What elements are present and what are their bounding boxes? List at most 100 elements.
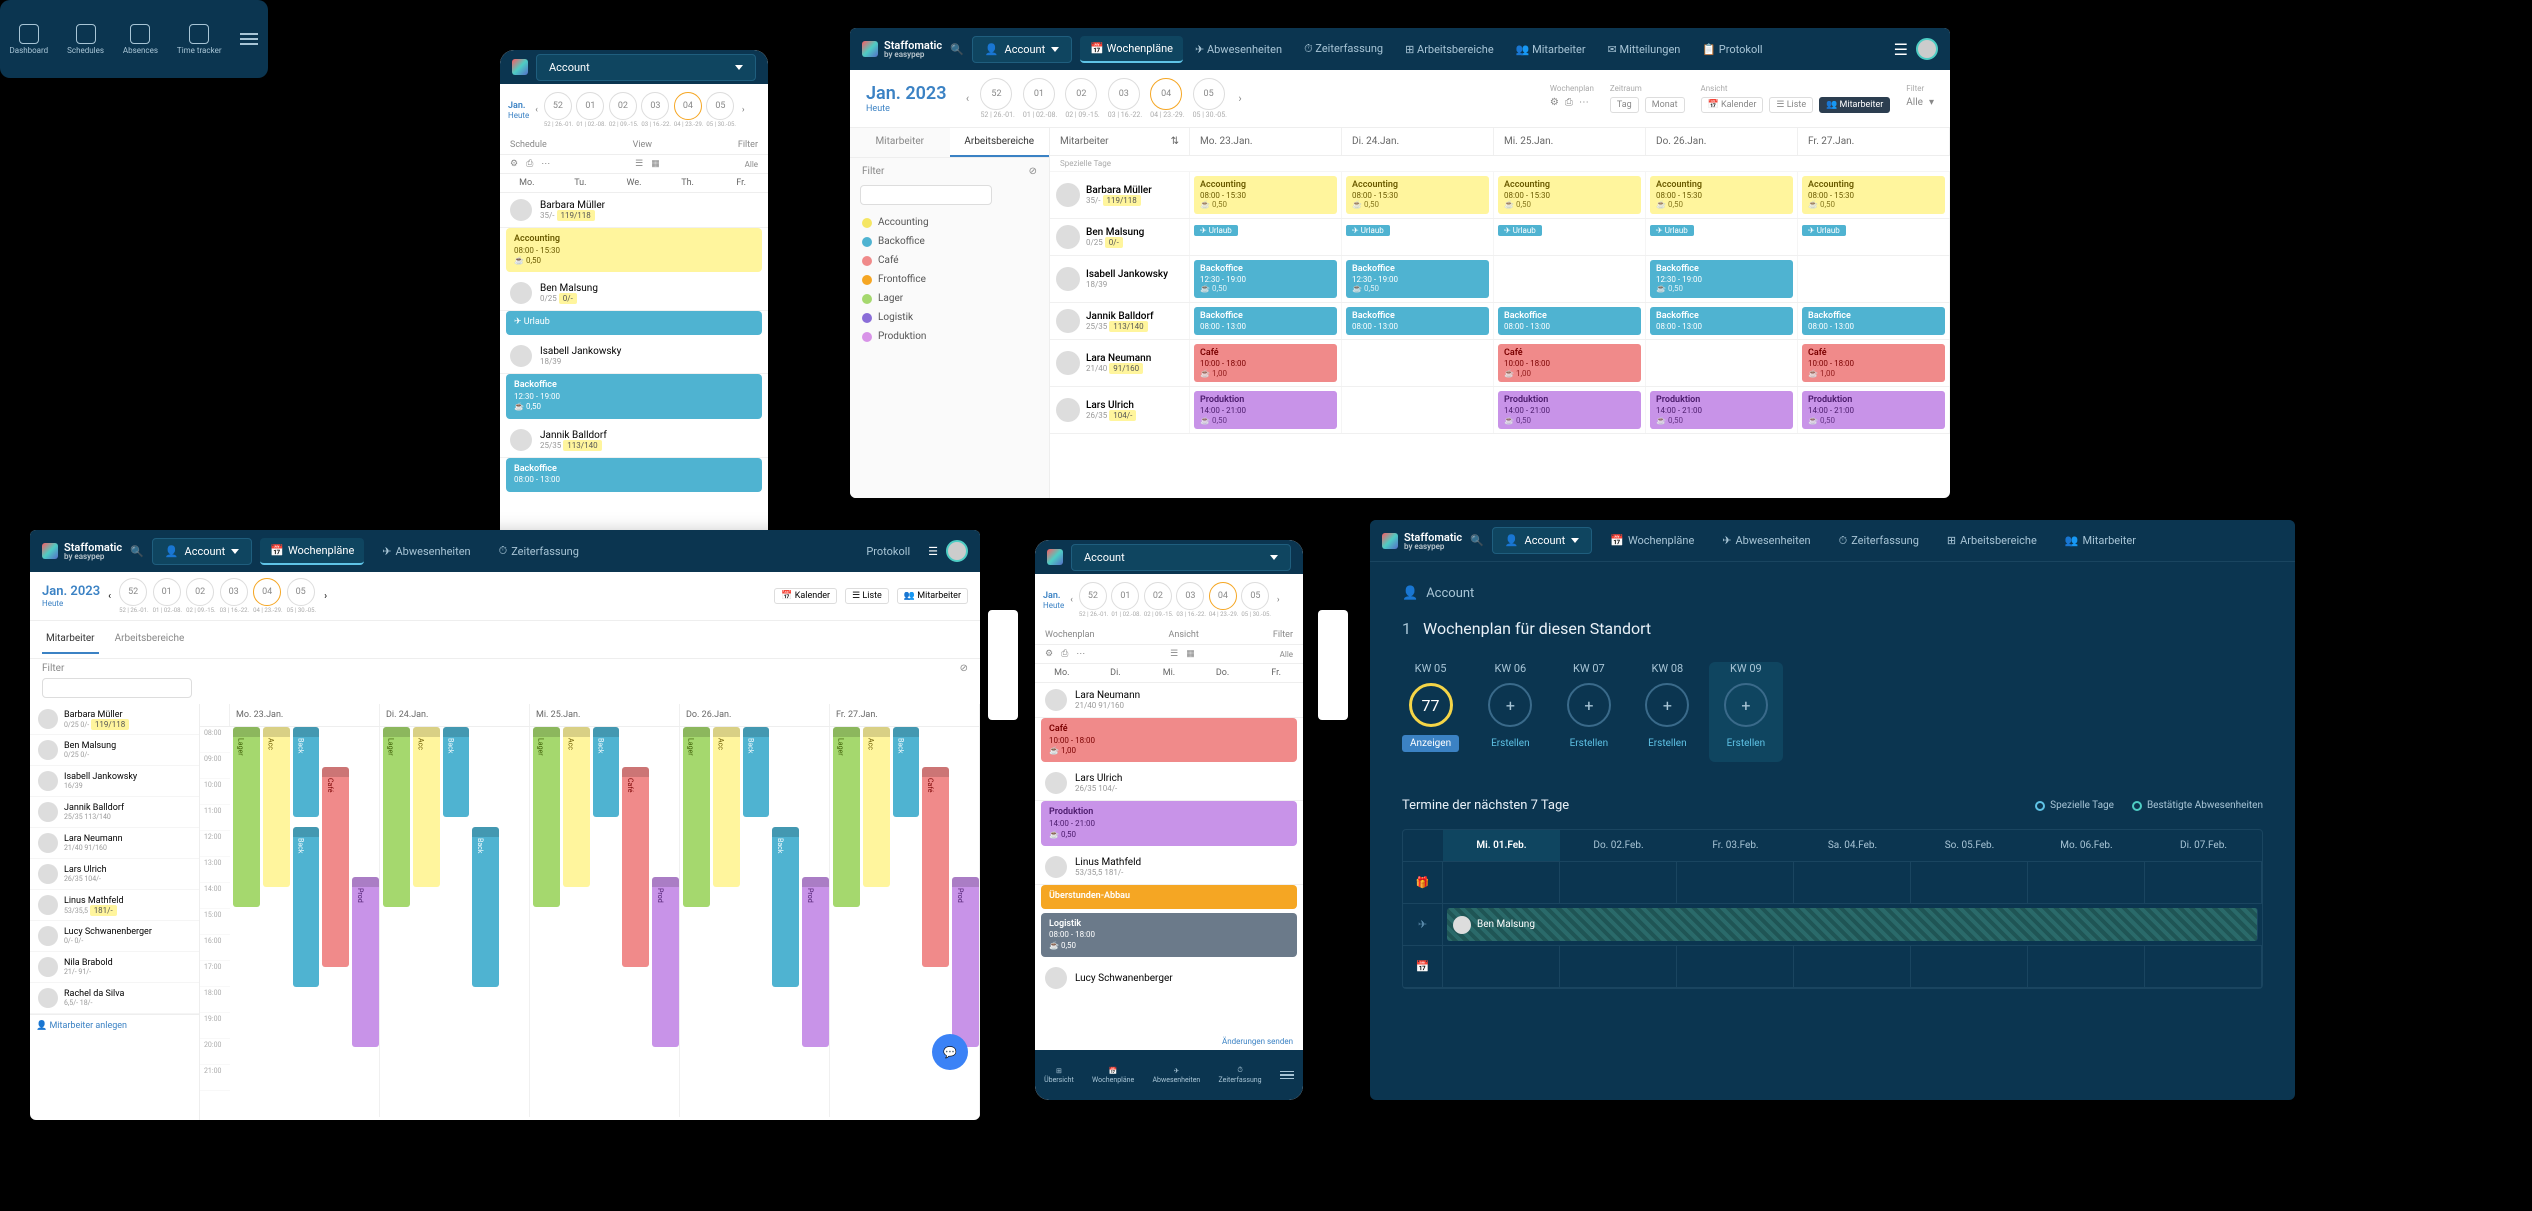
legend-item[interactable]: Produktion [850, 327, 1049, 346]
week-circle[interactable]: 02 [1144, 582, 1172, 610]
week-circle[interactable]: 04 [1209, 582, 1237, 610]
nav-arbeitsbereiche[interactable]: ⊞ Arbeitsbereiche [1395, 36, 1504, 63]
week-card[interactable]: KW 06+Erstellen [1483, 662, 1538, 752]
shift-block[interactable]: 👤 1/1Back [593, 727, 620, 817]
week-circle[interactable]: 03 [220, 578, 248, 606]
week-card[interactable]: KW 08+Erstellen [1640, 662, 1695, 752]
shift-block[interactable]: Accounting08:00 - 15:30☕ 0,50 [506, 228, 762, 272]
shift-cell[interactable]: Café10:00 - 18:00☕ 1,00 [1802, 344, 1945, 382]
employee-row[interactable]: Ben Malsung0/25 0/- [500, 276, 768, 311]
today-link[interactable]: Heute [1043, 601, 1064, 610]
week-circle[interactable]: 01 [1023, 78, 1055, 110]
nav-wochenplaene[interactable]: 📅 Wochenpläne [260, 538, 364, 565]
week-circle[interactable]: 02 [186, 578, 214, 606]
nav-abwesenheiten[interactable]: ✈ Abwesenheiten [1712, 528, 1820, 553]
shift-block[interactable]: 👤 1/2Prod [952, 877, 979, 1047]
shift-block[interactable]: 👤 1/1Lager [233, 727, 260, 907]
tab-mitarbeiter[interactable]: Mitarbeiter [850, 128, 950, 157]
liste-button[interactable]: ☰ Liste [845, 588, 889, 604]
search-icon[interactable]: 🔍 [1470, 534, 1484, 547]
shift-cell[interactable]: Accounting08:00 - 15:30☕ 0,50 [1650, 176, 1793, 214]
print-icon[interactable]: ⎙ [1061, 649, 1068, 659]
urlaub-block[interactable]: ✈ Urlaub [506, 311, 762, 335]
shift-block[interactable]: 👤 1/1Acc [413, 727, 440, 887]
week-circle[interactable]: 52 [980, 78, 1012, 110]
account-dropdown[interactable]: 👤Account [972, 36, 1072, 63]
week-circle[interactable]: 52 [1079, 582, 1107, 610]
shift-block[interactable]: 👤 1/1Café [922, 767, 949, 967]
legend-item[interactable]: Logistik [850, 308, 1049, 327]
logo[interactable]: Staffomaticby easypep [862, 39, 942, 59]
absence-chip[interactable]: Ben Malsung [1447, 908, 2258, 941]
week-circle[interactable]: 04 [674, 92, 702, 120]
employee-row[interactable]: Nila Brabold21/- 91/- [30, 952, 199, 983]
employee-row[interactable]: Barbara Müller35/- 119/118 [500, 193, 768, 228]
today-link[interactable]: Heute [42, 599, 100, 608]
shift-block[interactable]: Überstunden-Abbau [1041, 885, 1297, 909]
nav-wochenplaene[interactable]: 📅 Wochenpläne [1600, 528, 1704, 553]
list-icon[interactable]: ☰ [635, 159, 643, 169]
tab-mitarbeiter[interactable]: Mitarbeiter [42, 625, 99, 654]
shift-block[interactable]: 👤 1/1Café [622, 767, 649, 967]
employee-row[interactable]: Lucy Schwanenberger0/- 0/- [30, 921, 199, 952]
list-icon[interactable]: ☰ [1170, 649, 1178, 659]
monat-button[interactable]: Monat [1645, 97, 1685, 113]
account-dropdown[interactable]: 👤Account [1492, 527, 1592, 554]
legend-item[interactable]: Accounting [850, 213, 1049, 232]
account-dropdown[interactable]: Account [1071, 544, 1291, 571]
liste-button[interactable]: ☰ Liste [1769, 97, 1813, 113]
employee-row[interactable]: Linus Mathfeld53/35,5 181/- [30, 890, 199, 921]
shift-cell[interactable]: Produktion14:00 - 21:00☕ 0,50 [1650, 391, 1793, 429]
employee-row[interactable]: Ben Malsung0/25 0/- [30, 735, 199, 766]
legend-item[interactable]: Backoffice [850, 232, 1049, 251]
employee-row[interactable]: Jannik Balldorf25/35 113/140 [500, 423, 768, 458]
shift-block[interactable]: 👤 1/1Acc [863, 727, 890, 887]
nav-zeiterfassung[interactable]: ⏱Zeiterfassung [1219, 1066, 1262, 1084]
tab-schedules[interactable]: Schedules [67, 24, 104, 55]
nav-wochenpläne[interactable]: 📅 Wochenpläne [1080, 36, 1183, 63]
shift-cell[interactable]: Produktion14:00 - 21:00☕ 0,50 [1194, 391, 1337, 429]
shift-cell[interactable]: Accounting08:00 - 15:30☕ 0,50 [1346, 176, 1489, 214]
shift-block[interactable]: 👤 1/1Lager [533, 727, 560, 907]
grid-icon[interactable]: ▦ [1186, 649, 1195, 659]
employee-row[interactable]: Isabell Jankowsky18/39 [500, 339, 768, 374]
employee-row[interactable]: Barbara Müller0/25 0/- 119/118 [30, 704, 199, 735]
shift-cell[interactable]: Backoffice08:00 - 13:00 [1802, 307, 1945, 335]
nav-protokoll[interactable]: Protokoll [856, 539, 920, 564]
nav-mitarbeiter[interactable]: 👥 Mitarbeiter [1506, 36, 1596, 63]
employee-cell[interactable]: Jannik Balldorf25/35 113/140 [1050, 303, 1190, 339]
shift-cell[interactable]: Backoffice12:30 - 19:00☕ 0,50 [1650, 260, 1793, 298]
week-circle[interactable]: 05 [1193, 78, 1225, 110]
week-circle[interactable]: 52 [119, 578, 147, 606]
nav-wochenplaene[interactable]: 📅Wochenpläne [1092, 1067, 1134, 1084]
shift-cell[interactable]: Backoffice08:00 - 13:00 [1498, 307, 1641, 335]
filter-all[interactable]: Alle [1906, 97, 1923, 108]
week-circle[interactable]: 04 [253, 578, 281, 606]
shift-block[interactable]: 👤 0/1Back [293, 727, 320, 817]
employee-cell[interactable]: Lara Neumann21/40 91/160 [1050, 340, 1190, 386]
shift-block[interactable]: Backoffice08:00 - 13:00 [506, 458, 762, 492]
employee-row[interactable]: Jannik Balldorf25/35 113/140 [30, 797, 199, 828]
gear-icon[interactable]: ⚙ [1045, 649, 1053, 659]
employee-cell[interactable]: Lars Ulrich26/35 104/- [1050, 387, 1190, 433]
employee-row[interactable]: Lars Ulrich26/35 104/- [1035, 766, 1303, 801]
urlaub-badge[interactable]: ✈ Urlaub [1194, 225, 1238, 236]
shift-block[interactable]: 👤 1/1Lager [383, 727, 410, 907]
week-circle[interactable]: 04 [1150, 78, 1182, 110]
week-circle[interactable]: 05 [1241, 582, 1269, 610]
shift-block[interactable]: 👤 1/1Back [893, 727, 920, 817]
week-circle[interactable]: 05 [287, 578, 315, 606]
week-circle[interactable]: 03 [1176, 582, 1204, 610]
nav-zeiterfassung[interactable]: ⏱ Zeiterfassung [489, 538, 589, 564]
shift-cell[interactable]: Café10:00 - 18:00☕ 1,00 [1194, 344, 1337, 382]
legend-item[interactable]: Frontoffice [850, 270, 1049, 289]
prev-week[interactable]: ‹ [1070, 595, 1073, 605]
search-icon[interactable]: 🔍 [950, 43, 964, 56]
logo[interactable]: Staffomaticby easypep [1382, 531, 1462, 551]
week-circle[interactable]: 03 [641, 92, 669, 120]
more-icon[interactable]: ⋯ [1579, 97, 1589, 108]
employee-row[interactable]: Lara Neumann21/40 91/160 [30, 828, 199, 859]
next-week[interactable]: › [1231, 90, 1249, 108]
urlaub-badge[interactable]: ✈ Urlaub [1498, 225, 1542, 236]
shift-block[interactable]: 👤 1/1Back [443, 727, 470, 817]
